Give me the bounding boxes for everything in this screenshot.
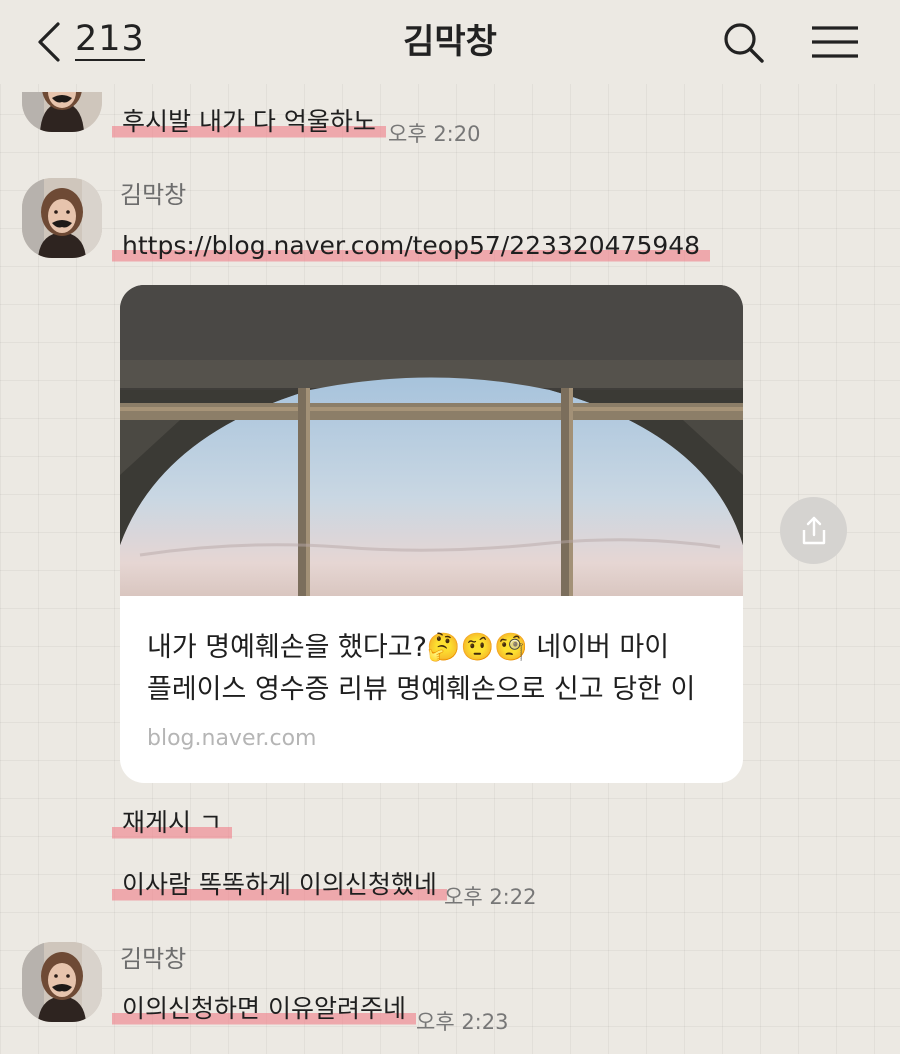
message-link[interactable]: https://blog.naver.com/teop57/2233204759… [112, 229, 711, 265]
link-preview-title: 내가 명예훼손을 했다고?🤔🤨🧐 네이버 마이 플레이스 영수증 리뷰 명예훼손… [147, 627, 722, 711]
message-text[interactable]: 재게시 ㄱ [112, 806, 232, 842]
menu-button[interactable] [808, 20, 862, 64]
sender-name: 김막창 [120, 181, 187, 209]
link-preview-image [120, 285, 743, 596]
message-time: 오후 2:23 [416, 1010, 509, 1034]
message-text[interactable]: 이의신청하면 이유알려주네 [112, 992, 416, 1028]
sender-name: 김막창 [120, 945, 187, 973]
message-time: 오후 2:22 [444, 885, 537, 909]
link-preview-domain: blog.naver.com [147, 726, 317, 751]
search-icon [724, 23, 764, 63]
sender-avatar[interactable] [22, 178, 102, 258]
chat-header: 213 김막창 [0, 0, 900, 84]
message-text[interactable]: 이사람 똑똑하게 이의신청했네 [112, 868, 447, 904]
message-time: 오후 2:20 [388, 122, 481, 146]
link-preview-card[interactable]: 내가 명예훼손을 했다고?🤔🤨🧐 네이버 마이 플레이스 영수증 리뷰 명예훼손… [120, 285, 743, 783]
sender-avatar[interactable] [22, 942, 102, 1022]
share-icon [802, 516, 825, 544]
search-button[interactable] [718, 18, 770, 68]
link-preview-title-line: 플레이스 영수증 리뷰 명예훼손으로 신고 당한 이 [147, 674, 696, 705]
link-preview-title-line: 내가 명예훼손을 했다고?🤔🤨🧐 네이버 마이 [147, 632, 670, 663]
message-text[interactable]: 후시발 내가 다 억울하노 [112, 105, 386, 141]
share-button[interactable] [780, 497, 847, 564]
hamburger-menu-icon [812, 26, 858, 58]
